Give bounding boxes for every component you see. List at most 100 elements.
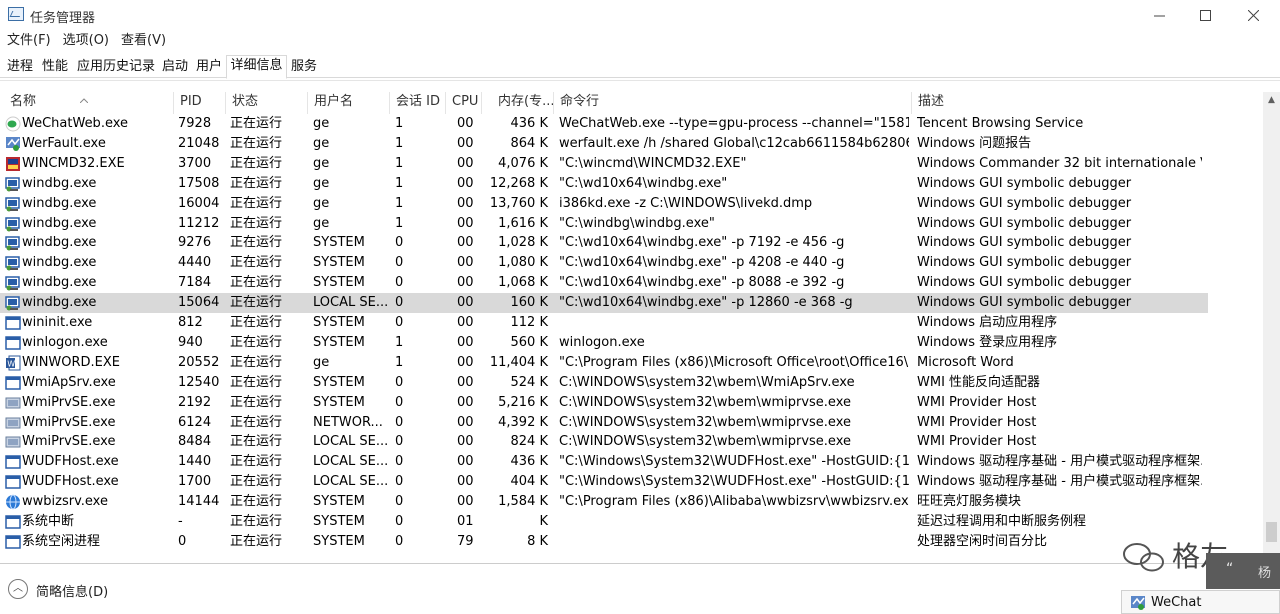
tab-users[interactable]: 用户 — [192, 57, 226, 78]
cell-username: SYSTEM — [313, 514, 365, 529]
cell-username: ge — [313, 135, 330, 151]
column-header-description[interactable]: 描述 — [912, 92, 1262, 114]
cell-description: 旺旺亮灯服务模块 — [917, 494, 1022, 510]
cell-description: Windows Commander 32 bit internationale … — [917, 155, 1202, 171]
column-header-name[interactable]: 名称 — [4, 92, 174, 114]
cell-status: 正在运行 — [230, 155, 283, 171]
tab-app-history[interactable]: 应用历史记录 — [74, 57, 158, 78]
table-row[interactable]: windbg.exe 9276 正在运行 SYSTEM 0 00 1,028 K "C:\wd… — [0, 233, 1208, 253]
column-header-session-id[interactable]: 会话 ID — [390, 92, 446, 114]
table-row[interactable]: 系统中断 - 正在运行 SYSTEM 0 01 K 延迟过程调用和中断服务例程 — [0, 512, 1208, 532]
column-header-command-line[interactable]: 命令行 — [554, 92, 912, 114]
cell-status: 正在运行 — [230, 354, 283, 370]
globe-icon — [6, 494, 20, 510]
menu-options[interactable]: 选项(O) — [56, 31, 114, 51]
cell-status: 正在运行 — [230, 116, 283, 131]
cell-pid: 2192 — [178, 394, 212, 410]
table-row[interactable]: wwbizsrv.exe 14144 正在运行 SYSTEM 0 00 1,584 K "C:… — [0, 492, 1208, 512]
cell-name: WmiPrvSE.exe — [22, 434, 116, 450]
scroll-up-arrow-icon[interactable]: ▲ — [1263, 92, 1280, 109]
column-header-status[interactable]: 状态 — [226, 92, 308, 114]
cell-memory: 4,076 K — [498, 155, 548, 171]
table-row[interactable]: WmiApSrv.exe 12540 正在运行 SYSTEM 0 00 524 K C:\WI… — [0, 373, 1208, 393]
cell-status: 正在运行 — [230, 514, 283, 529]
tab-processes[interactable]: 进程 — [4, 57, 36, 78]
cell-status: 正在运行 — [230, 315, 283, 330]
table-row[interactable]: WINCMD32.EXE 3700 正在运行 ge 1 00 4,076 K "C:\winc… — [0, 154, 1208, 174]
table-row[interactable]: WUDFHost.exe 1440 正在运行 LOCAL SE... 0 00 436 K "… — [0, 452, 1208, 472]
cell-status: 正在运行 — [230, 175, 283, 191]
cell-status: 正在运行 — [230, 434, 283, 450]
cell-memory: 824 K — [510, 434, 548, 450]
close-button[interactable] — [1230, 0, 1276, 30]
tab-services[interactable]: 服务 — [288, 57, 320, 78]
tab-startup[interactable]: 启动 — [158, 57, 192, 78]
cell-session-id: 0 — [395, 275, 404, 291]
table-row[interactable]: winlogon.exe 940 正在运行 SYSTEM 1 00 560 K winlogo… — [0, 333, 1208, 353]
table-row[interactable]: W WINWORD.EXE 20552 正在运行 ge 1 00 11,404 K "C:\Pr… — [0, 353, 1208, 373]
table-row[interactable]: WmiPrvSE.exe 8484 正在运行 LOCAL SE... 0 00 824 KC… — [0, 432, 1208, 452]
title-bar: 任务管理器 — [0, 0, 1280, 30]
table-row[interactable]: WmiPrvSE.exe 6124 正在运行 NETWOR... 0 00 4,392 KC… — [0, 413, 1208, 433]
table-row[interactable]: windbg.exe 17508 正在运行 ge 1 00 12,268 K "C:\wd10… — [0, 174, 1208, 194]
cell-pid: 11212 — [178, 215, 220, 231]
column-header-cpu[interactable]: CPU — [446, 92, 482, 114]
cell-description: 延迟过程调用和中断服务例程 — [917, 514, 1087, 529]
cell-pid: 0 — [178, 533, 187, 549]
cell-description: Windows 问题报告 — [917, 135, 1032, 151]
column-header-username[interactable]: 用户名 — [308, 92, 390, 114]
cell-description: Windows GUI symbolic debugger — [917, 195, 1132, 211]
table-row[interactable]: windbg.exe 11212 正在运行 ge 1 00 1,616 K "C:\windb… — [0, 214, 1208, 234]
chevron-up-circle-icon[interactable]: ︿ — [8, 579, 28, 599]
tab-details[interactable]: 详细信息 — [226, 55, 287, 79]
menu-file[interactable]: 文件(F) — [0, 31, 56, 51]
window-app-icon — [5, 535, 21, 549]
minimize-button[interactable] — [1136, 0, 1182, 30]
cell-description: Windows GUI symbolic debugger — [917, 255, 1132, 271]
cell-cpu: 01 — [457, 514, 474, 529]
table-row[interactable]: WerFault.exe 21048 正在运行 ge 1 00 864 K werfault.… — [0, 134, 1208, 154]
cell-username: SYSTEM — [313, 255, 365, 271]
column-header-pid[interactable]: PID — [174, 92, 226, 114]
table-row[interactable]: windbg.exe 15064 正在运行 LOCAL SE... 0 00 160 K "C… — [0, 293, 1208, 314]
table-row[interactable]: windbg.exe 7184 正在运行 SYSTEM 0 00 1,068 K "C:\wd… — [0, 273, 1208, 293]
cell-name: windbg.exe — [22, 255, 97, 271]
table-row[interactable]: windbg.exe 16004 正在运行 ge 1 00 13,760 K i386kd.e… — [0, 194, 1208, 214]
cell-username: LOCAL SE... — [313, 295, 389, 311]
cell-description: Microsoft Word — [917, 354, 1014, 370]
svg-text:W: W — [7, 359, 15, 368]
windbg-icon — [5, 296, 20, 311]
table-row[interactable]: WmiPrvSE.exe 2192 正在运行 SYSTEM 0 00 5,216 K C:\W… — [0, 393, 1208, 413]
vertical-scrollbar[interactable]: ▲ — [1263, 92, 1280, 563]
maximize-button[interactable] — [1182, 0, 1228, 30]
wechat-taskbar-label: WeChat — [1151, 595, 1202, 610]
tab-performance[interactable]: 性能 — [38, 57, 72, 78]
column-header-memory[interactable]: 内存(专... — [492, 92, 554, 114]
cell-command-line: C:\WINDOWS\system32\wbem\WmiApSrv.exe — [559, 374, 855, 390]
cell-username: ge — [313, 175, 330, 191]
cell-session-id: 1 — [395, 155, 404, 171]
cell-pid: 6124 — [178, 414, 212, 430]
cell-pid: 14144 — [178, 494, 220, 510]
table-row[interactable]: WUDFHost.exe 1700 正在运行 LOCAL SE... 0 00 404 K "… — [0, 472, 1208, 492]
cell-description: Windows 驱动程序基础 - 用户模式驱动程序框架... — [917, 454, 1202, 470]
cell-description: Tencent Browsing Service — [917, 116, 1084, 131]
table-row[interactable]: windbg.exe 4440 正在运行 SYSTEM 0 00 1,080 K "C:\wd… — [0, 253, 1208, 273]
quote-mark: “ — [1226, 561, 1234, 577]
menu-view[interactable]: 查看(V) — [114, 31, 171, 51]
wechat-taskbar-item[interactable]: WeChat — [1121, 590, 1280, 614]
windbg-icon — [5, 196, 20, 212]
cell-cpu: 00 — [457, 474, 474, 490]
cell-session-id: 0 — [395, 374, 404, 390]
cell-username: SYSTEM — [313, 235, 365, 251]
overlay-strip-text: 杨 — [1258, 566, 1272, 581]
cell-memory: 4,392 K — [498, 414, 548, 430]
table-row[interactable]: wininit.exe 812 正在运行 SYSTEM 0 00 112 K Windows … — [0, 313, 1208, 333]
cell-memory: 1,080 K — [498, 255, 548, 271]
cell-username: SYSTEM — [313, 494, 365, 510]
table-row[interactable]: WeChatWeb.exe 7928 正在运行 ge 1 00 436 K WeChatWeb… — [0, 114, 1208, 134]
cell-cpu: 00 — [457, 394, 474, 410]
cell-session-id: 0 — [395, 533, 404, 549]
fewer-details-link[interactable]: 简略信息(D) — [36, 581, 108, 600]
table-row[interactable]: 系统空闲进程 0 正在运行 SYSTEM 0 79 8 K 处理器空闲时间百分比 — [0, 532, 1208, 552]
